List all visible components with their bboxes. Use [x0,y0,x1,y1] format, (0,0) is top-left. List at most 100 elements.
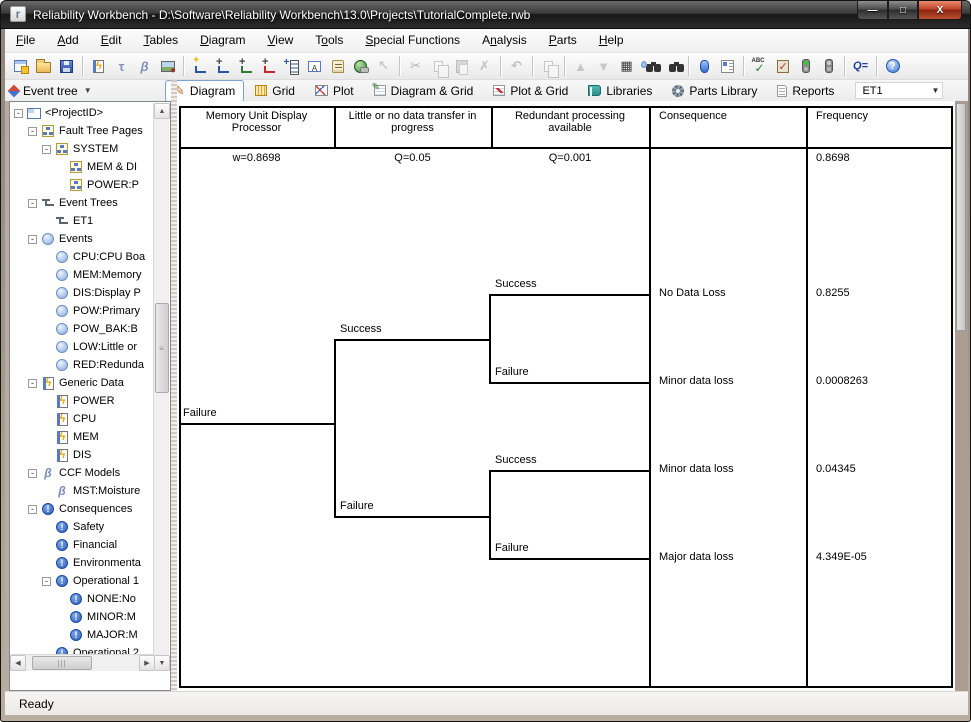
tree-item-none-no[interactable]: !NONE:No [10,590,154,608]
tree-item-pow-bak-b[interactable]: POW_BAK:B [10,320,154,338]
tree-item-cpu-cpu-boa[interactable]: CPU:CPU Boa [10,248,154,266]
add-branch-blue-button[interactable] [211,55,234,78]
tab-plot-grid[interactable]: Plot & Grid [484,81,577,101]
tree-item-dis[interactable]: DIS [10,446,154,464]
find-button[interactable] [638,55,661,78]
save-button[interactable] [55,55,78,78]
tree-item-cpu[interactable]: CPU [10,410,154,428]
tree-item-safety[interactable]: !Safety [10,518,154,536]
tab-plot[interactable]: Plot [306,81,363,101]
tau-button[interactable]: τ [110,55,133,78]
menu-special-functions[interactable]: Special Functions [354,29,471,52]
find-next-button[interactable] [661,55,684,78]
tree-item-low-little-or[interactable]: LOW:Little or [10,338,154,356]
scroll-up-button[interactable]: ▲ [154,103,170,119]
collapse-expander-icon[interactable]: - [42,577,51,586]
scrollbar-thumb[interactable] [956,103,966,331]
minimize-button[interactable]: — [857,1,888,20]
scrollbar-thumb[interactable]: ≡ [155,303,169,393]
beta-button[interactable]: β [133,55,156,78]
tab-diagram-grid[interactable]: Diagram & Grid [365,81,483,101]
scrollbar-thumb[interactable]: ||| [32,656,92,670]
event-tree-select[interactable]: ET1▼ [855,82,943,99]
grid-view-button[interactable]: ▦ [615,55,638,78]
tree-item-major-m[interactable]: !MAJOR:M [10,626,154,644]
status-ok-button[interactable] [794,55,817,78]
collapse-expander-icon[interactable]: - [42,145,51,154]
collapse-expander-icon[interactable]: - [28,379,37,388]
menu-edit[interactable]: Edit [90,29,133,52]
tree-item-consequences[interactable]: -!Consequences [10,500,154,518]
add-label-button[interactable] [303,55,326,78]
tree-item-events[interactable]: -Events [10,230,154,248]
add-column-button[interactable] [280,55,303,78]
maximize-button[interactable]: □ [888,1,918,20]
tree-item-power-p[interactable]: POWER:P [10,176,154,194]
menu-file[interactable]: File [5,29,46,52]
tree-item-ccf-models[interactable]: -βCCF Models [10,464,154,482]
collapse-expander-icon[interactable]: - [28,199,37,208]
scroll-right-button[interactable]: ▶ [139,655,155,671]
add-branch-red-button[interactable] [257,55,280,78]
tree-item-red-redunda[interactable]: RED:Redunda [10,356,154,374]
tree-item-environmenta[interactable]: !Environmenta [10,554,154,572]
tree-item-financial[interactable]: !Financial [10,536,154,554]
spell-check-button[interactable] [748,55,771,78]
diagram-vertical-scrollbar[interactable] [955,101,968,691]
add-branch-green-button[interactable] [234,55,257,78]
consequences-button[interactable] [326,55,349,78]
help-button[interactable] [881,55,904,78]
add-image-button[interactable] [156,55,179,78]
tree-item-minor-m[interactable]: !MINOR:M [10,608,154,626]
scroll-left-button[interactable]: ◀ [10,655,26,671]
menu-view[interactable]: View [256,29,304,52]
status-idle-button[interactable] [817,55,840,78]
tab-parts-library[interactable]: Parts Library [663,81,766,101]
tree-item-generic-data[interactable]: -Generic Data [10,374,154,392]
tree-horizontal-scrollbar[interactable]: ◀ ||| ▶ [10,654,155,671]
menu-add[interactable]: Add [46,29,89,52]
menu-parts[interactable]: Parts [538,29,588,52]
tree-item-dis-display-p[interactable]: DIS:Display P [10,284,154,302]
tree-item-fault-tree-pages[interactable]: -Fault Tree Pages [10,122,154,140]
menu-tools[interactable]: Tools [304,29,354,52]
menu-diagram[interactable]: Diagram [189,29,256,52]
menu-help[interactable]: Help [588,29,635,52]
tree-item-operational-1[interactable]: -!Operational 1 [10,572,154,590]
project-options-button[interactable] [716,55,739,78]
scroll-down-button[interactable]: ▼ [154,655,170,671]
tree-item-mem-di[interactable]: MEM & DI [10,158,154,176]
verify-button[interactable] [693,55,716,78]
collapse-expander-icon[interactable]: - [28,469,37,478]
tab-reports[interactable]: Reports [768,81,843,101]
tree-item-mst-moisture[interactable]: βMST:Moisture [10,482,154,500]
add-event-tree-button[interactable] [188,55,211,78]
tab-grid[interactable]: Grid [246,81,304,101]
new-project-button[interactable] [9,55,32,78]
hyperlink-button[interactable] [349,55,372,78]
module-selector[interactable]: Event tree ▼ [5,84,165,98]
tree-item-pow-primary[interactable]: POW:Primary [10,302,154,320]
menu-analysis[interactable]: Analysis [471,29,538,52]
tree-item-power[interactable]: POWER [10,392,154,410]
menu-tables[interactable]: Tables [132,29,189,52]
validate-button[interactable] [771,55,794,78]
tree-item-projectid[interactable]: -<ProjectID> [10,104,154,122]
collapse-expander-icon[interactable]: - [14,109,23,118]
tab-libraries[interactable]: Libraries [579,81,661,101]
collapse-expander-icon[interactable]: - [28,505,37,514]
tree-item-event-trees[interactable]: -Event Trees [10,194,154,212]
tree-vertical-scrollbar[interactable]: ▲ ≡ ▼ [153,103,169,671]
close-button[interactable]: X [918,1,962,20]
collapse-expander-icon[interactable]: - [28,235,37,244]
tree-item-et1[interactable]: ET1 [10,212,154,230]
tree-item-mem-memory[interactable]: MEM:Memory [10,266,154,284]
open-button[interactable] [32,55,55,78]
q-equals-button[interactable]: Q= [849,55,872,78]
tree-item-mem[interactable]: MEM [10,428,154,446]
generic-data-button[interactable] [87,55,110,78]
collapse-expander-icon[interactable]: - [28,127,37,136]
event-tree-diagram[interactable]: Memory Unit Display Processorw=0.8698Lit… [177,101,955,691]
toolbar: τβ↖✂✗↶▲▼▦Q= [5,53,968,80]
tree-item-system[interactable]: -SYSTEM [10,140,154,158]
